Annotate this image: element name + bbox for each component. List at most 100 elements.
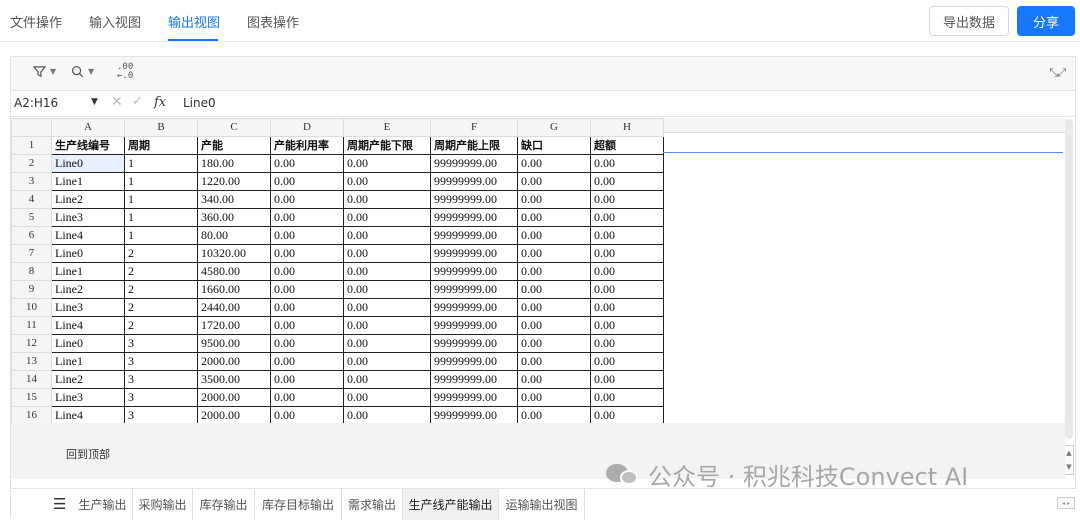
cell[interactable]: 99999999.00 [430,388,518,407]
cell[interactable]: 1660.00 [197,280,271,299]
row-header[interactable]: 16 [11,406,52,425]
cell[interactable]: Line4 [51,226,125,245]
share-button[interactable]: 分享 [1017,6,1075,36]
function-icon[interactable]: fx [154,95,166,110]
cell[interactable]: 99999999.00 [430,244,518,263]
cell[interactable]: 0.00 [270,172,344,191]
cell[interactable]: 0.00 [343,298,431,317]
cell[interactable]: 4580.00 [197,262,271,281]
row-header[interactable]: 2 [11,154,52,173]
cell[interactable]: 2000.00 [197,406,271,425]
cell[interactable]: 0.00 [590,298,664,317]
cell[interactable]: Line0 [51,154,125,173]
corner-cell[interactable] [11,118,52,137]
cell[interactable]: 10320.00 [197,244,271,263]
cell[interactable]: 3500.00 [197,370,271,389]
row-header[interactable]: 3 [11,172,52,191]
cell[interactable]: 0.00 [590,154,664,173]
cell[interactable]: 1 [124,208,198,227]
cell[interactable]: 2 [124,316,198,335]
cell[interactable]: 0.00 [517,226,591,245]
cell[interactable]: 0.00 [343,280,431,299]
cell[interactable]: 0.00 [590,226,664,245]
cell[interactable]: 0.00 [343,226,431,245]
cell[interactable]: 0.00 [517,388,591,407]
cell[interactable]: 0.00 [590,262,664,281]
cell[interactable]: 0.00 [590,280,664,299]
column-header-b[interactable]: B [124,118,198,137]
cell[interactable]: 0.00 [590,370,664,389]
cell[interactable]: 0.00 [343,352,431,371]
cell[interactable]: 0.00 [270,244,344,263]
cell[interactable]: 0.00 [270,190,344,209]
cell[interactable]: 0.00 [343,406,431,425]
column-header-e[interactable]: E [343,118,431,137]
cell[interactable]: 0.00 [517,190,591,209]
column-header-a[interactable]: A [51,118,125,137]
cell[interactable]: 2 [124,298,198,317]
cell[interactable]: Line1 [51,172,125,191]
cell[interactable]: 0.00 [270,334,344,353]
cell[interactable]: Line3 [51,208,125,227]
cell[interactable]: 99999999.00 [430,352,518,371]
row-header[interactable]: 15 [11,388,52,407]
cell[interactable]: 3 [124,406,198,425]
cell[interactable]: Line3 [51,298,125,317]
row-header[interactable]: 8 [11,262,52,281]
tab-input-view[interactable]: 输入视图 [89,12,141,31]
cell[interactable]: 生产线编号 [51,136,125,155]
cell[interactable]: 9500.00 [197,334,271,353]
cell[interactable]: Line2 [51,370,125,389]
column-header-h[interactable]: H [590,118,664,137]
cell[interactable]: 0.00 [270,154,344,173]
cell[interactable]: 0.00 [270,388,344,407]
cell[interactable]: 0.00 [343,190,431,209]
cell[interactable]: 0.00 [517,244,591,263]
row-header[interactable]: 5 [11,208,52,227]
cell[interactable]: 99999999.00 [430,208,518,227]
cell[interactable]: 99999999.00 [430,280,518,299]
cell[interactable]: Line4 [51,316,125,335]
cell[interactable]: Line1 [51,262,125,281]
name-box[interactable]: A2:H16 [14,96,58,110]
cell[interactable]: 0.00 [343,388,431,407]
cell[interactable]: 0.00 [517,172,591,191]
tab-chart-operations[interactable]: 图表操作 [247,12,299,31]
cell[interactable]: 0.00 [270,280,344,299]
cell[interactable]: 0.00 [343,370,431,389]
cell[interactable]: 0.00 [590,406,664,425]
cell[interactable]: 2000.00 [197,352,271,371]
cell[interactable]: 1 [124,172,198,191]
cell[interactable]: 3 [124,334,198,353]
menu-icon[interactable]: ☰ [53,495,66,513]
cell[interactable]: 缺口 [517,136,591,155]
cell[interactable]: 3 [124,388,198,407]
cell[interactable]: 超额 [590,136,664,155]
back-to-top-link[interactable]: 回到顶部 [66,446,110,462]
cell[interactable]: 0.00 [343,172,431,191]
cell[interactable]: 99999999.00 [430,154,518,173]
cell[interactable]: 360.00 [197,208,271,227]
row-header[interactable]: 7 [11,244,52,263]
vertical-scrollbar[interactable] [1065,119,1073,439]
cell[interactable]: 0.00 [517,298,591,317]
cell[interactable]: 0.00 [517,316,591,335]
cell[interactable]: 3 [124,370,198,389]
cell[interactable]: Line3 [51,388,125,407]
sheet-tab-demand-output[interactable]: 需求输出 [342,489,403,520]
row-header[interactable]: 1 [11,136,52,155]
cell[interactable]: 0.00 [590,190,664,209]
column-header-d[interactable]: D [270,118,344,137]
cell[interactable]: 180.00 [197,154,271,173]
cell[interactable]: 0.00 [517,280,591,299]
cell[interactable]: 0.00 [517,334,591,353]
cell[interactable]: 80.00 [197,226,271,245]
cell[interactable]: 0.00 [590,316,664,335]
tab-output-view[interactable]: 输出视图 [168,12,220,31]
cell[interactable]: 周期产能下限 [343,136,431,155]
formula-input[interactable]: Line0 [183,96,216,110]
filter-dropdown[interactable]: ▼ [33,65,56,78]
cell[interactable]: 0.00 [517,352,591,371]
chevron-down-icon[interactable]: ▼ [91,97,98,107]
cell[interactable]: 0.00 [517,406,591,425]
